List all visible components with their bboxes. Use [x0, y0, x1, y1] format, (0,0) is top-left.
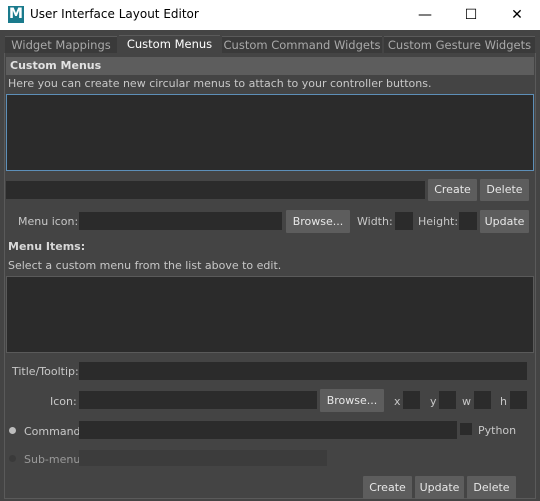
menu-items-list[interactable] [6, 276, 534, 353]
submenu-radio[interactable] [9, 455, 16, 462]
custom-menus-list[interactable] [6, 94, 534, 171]
width-field[interactable] [395, 212, 413, 230]
height-label: Height: [418, 215, 459, 228]
menu-icon-browse-button[interactable]: Browse... [286, 210, 350, 233]
maximize-button[interactable]: ☐ [448, 0, 494, 30]
window-title: User Interface Layout Editor [30, 7, 199, 21]
tab-custom-gesture-widgets[interactable]: Custom Gesture Widgets [384, 36, 535, 53]
command-radio[interactable] [9, 427, 16, 434]
tab-custom-menus[interactable]: Custom Menus [119, 35, 220, 54]
menu-name-field[interactable] [6, 181, 425, 199]
update-item-button[interactable]: Update [415, 476, 464, 499]
width-label: Width: [357, 215, 393, 228]
menu-update-button[interactable]: Update [480, 210, 529, 233]
y-field[interactable] [439, 391, 456, 409]
python-checkbox[interactable] [460, 423, 472, 435]
w-label: w [462, 395, 471, 408]
h-field[interactable] [510, 391, 527, 409]
submenu-dropdown[interactable] [79, 450, 327, 466]
create-menu-button[interactable]: Create [428, 179, 477, 201]
item-icon-browse-button[interactable]: Browse... [320, 389, 384, 412]
close-button[interactable]: ✕ [494, 0, 540, 30]
tab-widget-mappings[interactable]: Widget Mappings [5, 36, 117, 53]
x-label: x [394, 395, 401, 408]
command-label: Command [24, 425, 81, 438]
item-icon-field[interactable] [79, 391, 317, 409]
create-item-button[interactable]: Create [363, 476, 412, 499]
submenu-label: Sub-menu [24, 453, 81, 466]
delete-menu-button[interactable]: Delete [480, 179, 529, 201]
minimize-button[interactable]: — [402, 0, 448, 30]
w-field[interactable] [474, 391, 491, 409]
title-tooltip-field[interactable] [79, 362, 527, 380]
icon-label: Icon: [50, 395, 77, 408]
menu-icon-label: Menu icon: [18, 215, 79, 228]
menu-items-hint: Select a custom menu from the list above… [8, 259, 282, 272]
python-label: Python [478, 424, 517, 437]
y-label: y [430, 395, 437, 408]
menu-icon-field[interactable] [79, 212, 282, 230]
custom-menus-description: Here you can create new circular menus t… [8, 77, 432, 90]
maya-app-icon: M [8, 6, 24, 23]
menu-items-header: Menu Items: [8, 240, 86, 253]
h-label: h [500, 395, 507, 408]
custom-menus-header: Custom Menus [6, 57, 534, 75]
height-field[interactable] [459, 212, 477, 230]
title-tooltip-label: Title/Tooltip: [12, 365, 79, 378]
x-field[interactable] [403, 391, 420, 409]
tab-custom-command-widgets[interactable]: Custom Command Widgets [222, 36, 382, 53]
delete-item-button[interactable]: Delete [467, 476, 516, 499]
command-field[interactable] [79, 421, 457, 439]
